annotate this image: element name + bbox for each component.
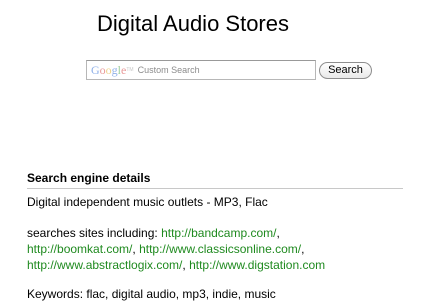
site-link-bandcamp[interactable]: http://bandcamp.com/	[161, 226, 276, 240]
site-link-classicsonline[interactable]: http://www.classicsonline.com/	[139, 242, 301, 256]
details-description: Digital independent music outlets - MP3,…	[27, 195, 268, 209]
site-link-digstation[interactable]: http://www.digstation.com	[189, 258, 325, 272]
search-input[interactable]: Google TM Custom Search	[86, 60, 316, 80]
sites-prefix: searches sites including:	[27, 226, 162, 240]
search-placeholder: Custom Search	[137, 65, 200, 75]
site-separator: ,	[301, 242, 305, 256]
search-bar: Google TM Custom Search Search	[86, 60, 376, 82]
search-engine-details: Search engine details Digital independen…	[27, 170, 403, 302]
details-keywords: Keywords: flac, digital audio, mp3, indi…	[27, 287, 276, 301]
google-logo: Google	[91, 63, 127, 77]
page-title: Digital Audio Stores	[97, 11, 289, 36]
site-link-boomkat[interactable]: http://boomkat.com/	[27, 242, 132, 256]
page: Digital Audio Stores Google TM Custom Sea…	[0, 0, 448, 304]
search-button[interactable]: Search	[319, 62, 372, 79]
site-separator: ,	[276, 226, 280, 240]
sites-list: searches sites including: http://bandcam…	[27, 225, 403, 273]
site-link-abstractlogix[interactable]: http://www.abstractlogix.com/	[27, 258, 182, 272]
details-heading: Search engine details	[27, 170, 403, 189]
trademark-mark: TM	[126, 67, 134, 73]
